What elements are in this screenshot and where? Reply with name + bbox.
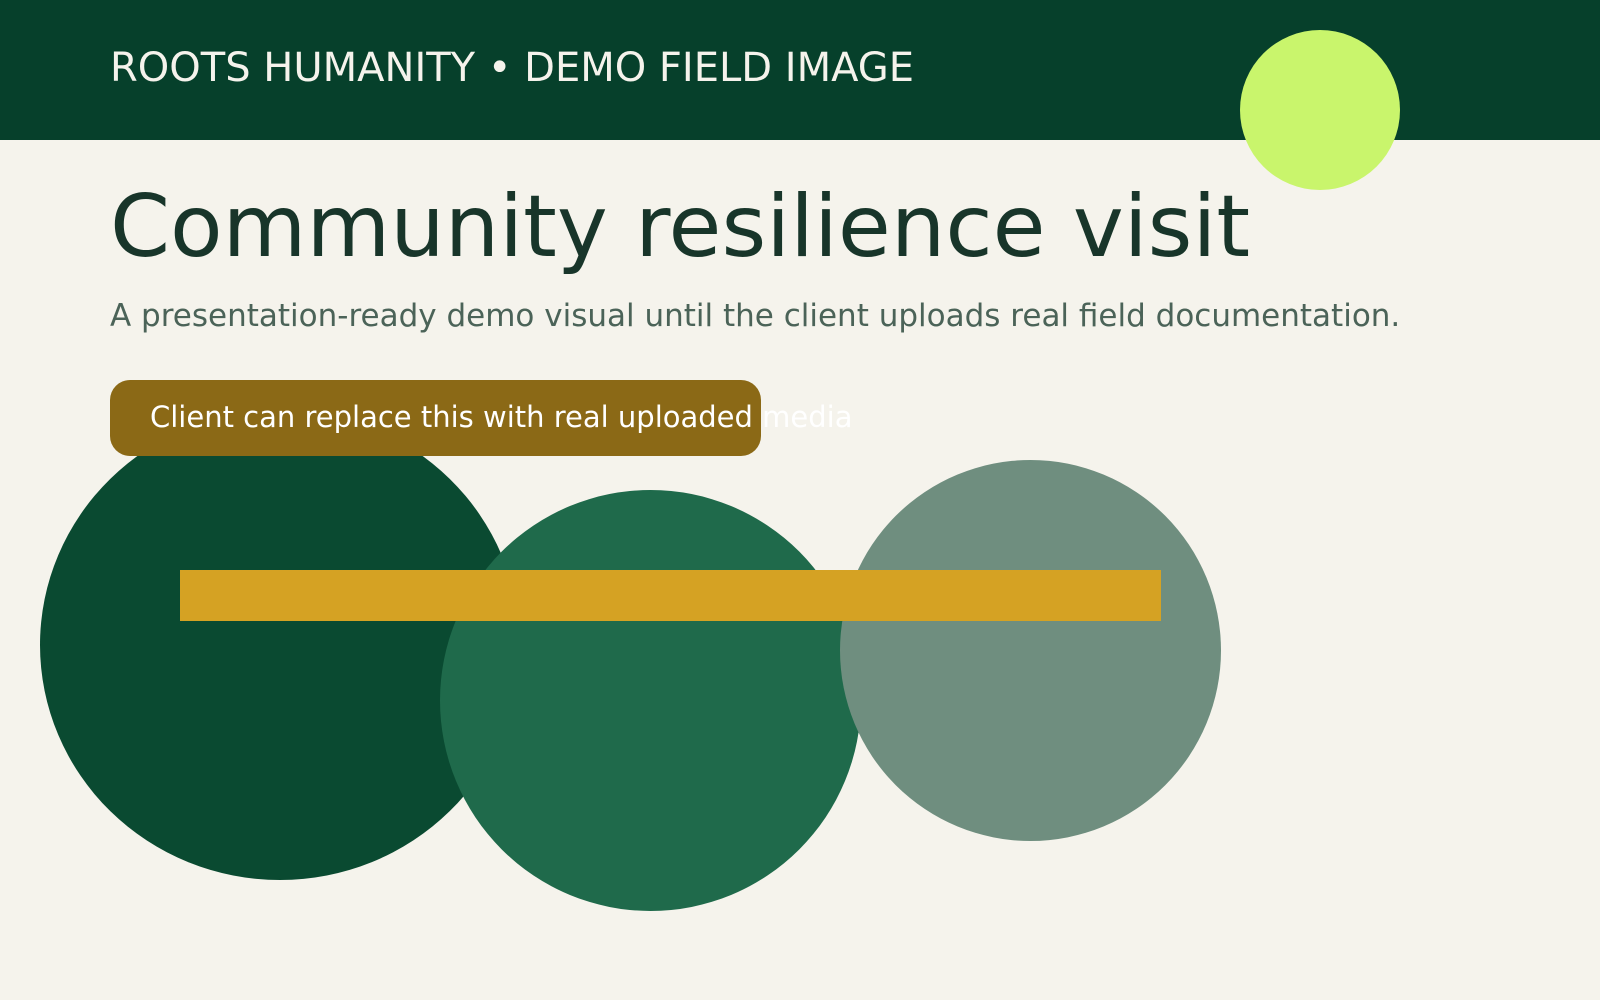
page-title: Community resilience visit: [110, 177, 1251, 277]
replace-media-badge: Client can replace this with real upload…: [110, 380, 852, 456]
header-title: ROOTS HUMANITY • DEMO FIELD IMAGE: [110, 45, 915, 91]
page-subtitle: A presentation-ready demo visual until t…: [110, 298, 1401, 334]
decorative-circle-mid: [440, 490, 861, 911]
decorative-circle-light: [840, 460, 1221, 841]
demo-field-image: ROOTS HUMANITY • DEMO FIELD IMAGE Commun…: [0, 0, 1600, 1000]
decorative-stripe: [180, 570, 1161, 621]
replace-media-badge-label: Client can replace this with real upload…: [150, 400, 853, 434]
accent-dot: [1240, 30, 1400, 190]
